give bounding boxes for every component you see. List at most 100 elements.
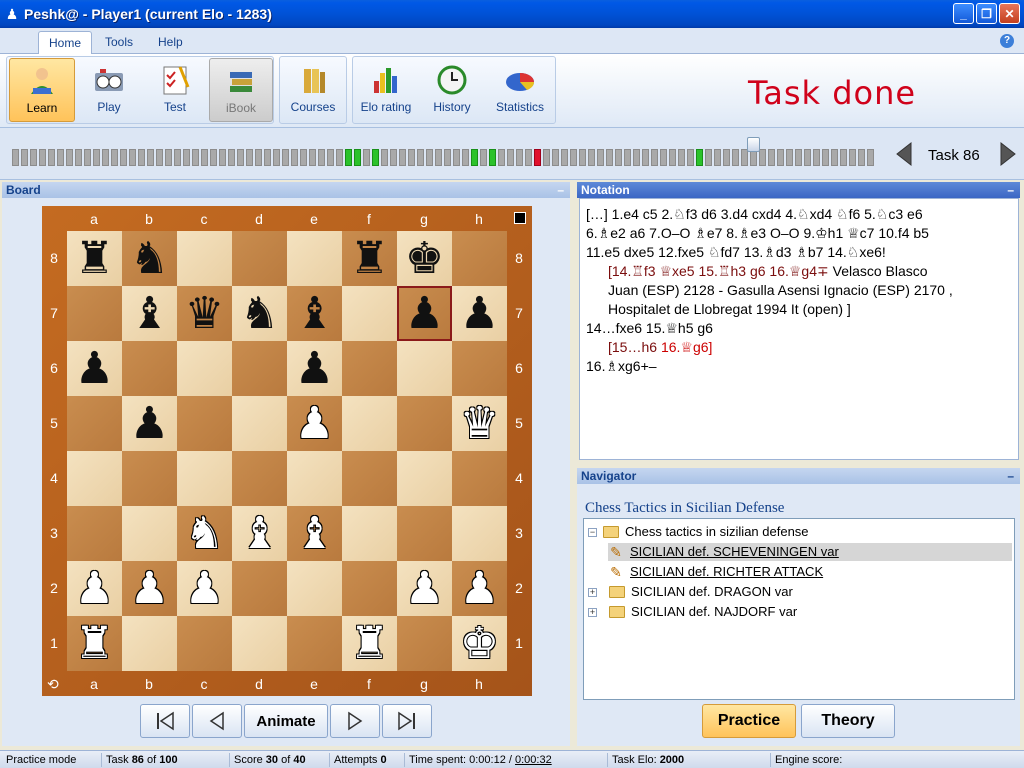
first-move-button[interactable] [140, 704, 190, 738]
progress-cell[interactable] [201, 149, 208, 166]
square-a8[interactable]: ♜ [67, 231, 122, 286]
progress-cell[interactable] [48, 149, 55, 166]
progress-cell[interactable] [588, 149, 595, 166]
progress-cell[interactable] [372, 149, 379, 166]
square-f1[interactable]: ♜ [342, 616, 397, 671]
square-e5[interactable]: ♟ [287, 396, 342, 451]
progress-cell[interactable] [525, 149, 532, 166]
square-d7[interactable]: ♞ [232, 286, 287, 341]
progress-cell[interactable] [489, 149, 496, 166]
square-b5[interactable]: ♟ [122, 396, 177, 451]
progress-cell[interactable] [507, 149, 514, 166]
progress-cell[interactable] [462, 149, 469, 166]
progress-cell[interactable] [318, 149, 325, 166]
progress-cell[interactable] [138, 149, 145, 166]
course-tree[interactable]: − Chess tactics in sizilian defense ✎ SIC… [583, 518, 1015, 700]
square-f2[interactable] [342, 561, 397, 616]
white-bishop-icon[interactable]: ♝ [295, 506, 334, 561]
square-c5[interactable] [177, 396, 232, 451]
square-h6[interactable] [452, 341, 507, 396]
progress-cell[interactable] [453, 149, 460, 166]
square-a3[interactable] [67, 506, 122, 561]
square-e6[interactable]: ♟ [287, 341, 342, 396]
progress-cell[interactable] [408, 149, 415, 166]
progress-cell[interactable] [714, 149, 721, 166]
minimize-button[interactable]: _ [953, 3, 974, 24]
progress-cell[interactable] [768, 149, 775, 166]
tree-root[interactable]: − Chess tactics in sizilian defense [588, 523, 809, 541]
progress-cell[interactable] [246, 149, 253, 166]
history-button[interactable]: History [420, 58, 484, 122]
tree-item[interactable]: + SICILIAN def. DRAGON var [588, 583, 793, 601]
elo-rating-button[interactable]: Elo rating [354, 58, 418, 122]
animate-button[interactable]: Animate [244, 704, 328, 738]
progress-cell[interactable] [147, 149, 154, 166]
square-c1[interactable] [177, 616, 232, 671]
square-e8[interactable] [287, 231, 342, 286]
progress-cell[interactable] [633, 149, 640, 166]
progress-cell[interactable] [354, 149, 361, 166]
progress-cell[interactable] [498, 149, 505, 166]
progress-cell[interactable] [723, 149, 730, 166]
progress-cell[interactable] [21, 149, 28, 166]
white-pawn-icon[interactable]: ♟ [185, 561, 224, 616]
white-pawn-icon[interactable]: ♟ [460, 561, 499, 616]
square-f3[interactable] [342, 506, 397, 561]
square-e7[interactable]: ♝ [287, 286, 342, 341]
black-pawn-icon[interactable]: ♟ [295, 341, 334, 396]
square-a5[interactable] [67, 396, 122, 451]
progress-cell[interactable] [867, 149, 874, 166]
square-c4[interactable] [177, 451, 232, 506]
black-rook-icon[interactable]: ♜ [350, 231, 389, 286]
white-rook-icon[interactable]: ♜ [75, 616, 114, 671]
progress-cell[interactable] [705, 149, 712, 166]
square-d4[interactable] [232, 451, 287, 506]
progress-cell[interactable] [30, 149, 37, 166]
progress-cell[interactable] [75, 149, 82, 166]
square-a2[interactable]: ♟ [67, 561, 122, 616]
square-b4[interactable] [122, 451, 177, 506]
square-d2[interactable] [232, 561, 287, 616]
progress-cell[interactable] [516, 149, 523, 166]
square-e2[interactable] [287, 561, 342, 616]
test-button[interactable]: Test [143, 58, 207, 122]
next-task-button[interactable] [999, 141, 1017, 167]
previous-move-button[interactable] [192, 704, 242, 738]
square-d8[interactable] [232, 231, 287, 286]
square-c7[interactable]: ♛ [177, 286, 232, 341]
square-f4[interactable] [342, 451, 397, 506]
progress-cell[interactable] [381, 149, 388, 166]
progress-cell[interactable] [84, 149, 91, 166]
progress-cell[interactable] [561, 149, 568, 166]
progress-cell[interactable] [210, 149, 217, 166]
black-knight-icon[interactable]: ♞ [130, 231, 169, 286]
progress-cell[interactable] [822, 149, 829, 166]
square-a4[interactable] [67, 451, 122, 506]
progress-cell[interactable] [444, 149, 451, 166]
black-pawn-icon[interactable]: ♟ [460, 286, 499, 341]
white-rook-icon[interactable]: ♜ [350, 616, 389, 671]
square-g5[interactable] [397, 396, 452, 451]
close-button[interactable]: ✕ [999, 3, 1020, 24]
square-a7[interactable] [67, 286, 122, 341]
square-c3[interactable]: ♞ [177, 506, 232, 561]
square-e4[interactable] [287, 451, 342, 506]
tab-help[interactable]: Help [148, 31, 193, 54]
pin-icon[interactable]: – [1007, 468, 1014, 484]
progress-cell[interactable] [480, 149, 487, 166]
maximize-button[interactable]: ❐ [976, 3, 997, 24]
progress-cell[interactable] [840, 149, 847, 166]
square-g4[interactable] [397, 451, 452, 506]
theory-button[interactable]: Theory [801, 704, 895, 738]
progress-cell[interactable] [228, 149, 235, 166]
white-queen-icon[interactable]: ♛ [460, 396, 499, 451]
progress-cell[interactable] [831, 149, 838, 166]
progress-cell[interactable] [66, 149, 73, 166]
progress-cell[interactable] [660, 149, 667, 166]
square-h5[interactable]: ♛ [452, 396, 507, 451]
progress-cell[interactable] [795, 149, 802, 166]
black-queen-icon[interactable]: ♛ [185, 286, 224, 341]
square-d1[interactable] [232, 616, 287, 671]
ibook-button[interactable]: iBook [209, 58, 273, 122]
progress-cell[interactable] [219, 149, 226, 166]
